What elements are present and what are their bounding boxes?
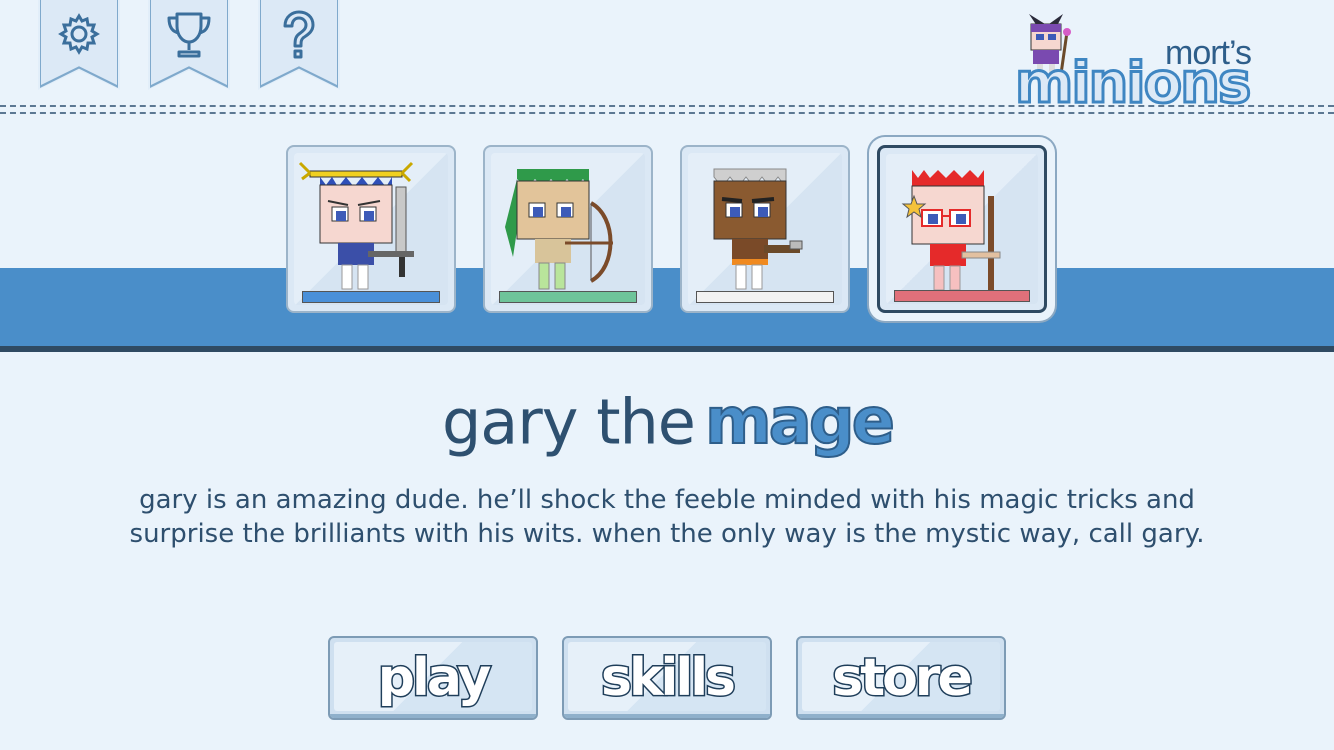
play-button-label: play: [376, 647, 492, 710]
character-bar-archer: [499, 291, 637, 303]
character-title: gary the mage: [0, 384, 1334, 460]
gear-icon: [58, 13, 100, 55]
trophy-icon: [167, 12, 211, 58]
character-name: gary the: [441, 385, 696, 459]
skills-button-label: skills: [600, 647, 738, 710]
character-band-shadow: [0, 346, 1334, 352]
character-bar-warrior: [302, 291, 440, 303]
settings-button[interactable]: [38, 0, 120, 90]
archer-avatar-icon: [505, 169, 613, 290]
logo-text-minions: minions: [1013, 51, 1252, 116]
game-logo: mort’s minions: [1013, 12, 1277, 116]
character-bar-gunner: [696, 291, 834, 303]
character-card-mage[interactable]: [877, 145, 1047, 313]
character-description: gary is an amazing dude. he’ll shock the…: [129, 485, 1205, 549]
character-band: [0, 268, 1334, 346]
character-card-archer[interactable]: [483, 145, 653, 313]
store-button-label: store: [831, 647, 974, 710]
question-icon: [283, 10, 315, 59]
character-bar-mage: [894, 290, 1030, 302]
gunner-avatar-icon: [713, 168, 803, 290]
mage-avatar-icon: [901, 170, 1001, 292]
skills-button[interactable]: skills: [562, 636, 772, 720]
play-button[interactable]: play: [328, 636, 538, 720]
character-card-warrior[interactable]: [286, 145, 456, 313]
store-button[interactable]: store: [796, 636, 1006, 720]
help-button[interactable]: [258, 0, 340, 90]
warrior-avatar-icon: [298, 161, 414, 290]
achievements-button[interactable]: [148, 0, 230, 90]
character-card-gunner[interactable]: [680, 145, 850, 313]
character-class: mage: [704, 384, 896, 460]
